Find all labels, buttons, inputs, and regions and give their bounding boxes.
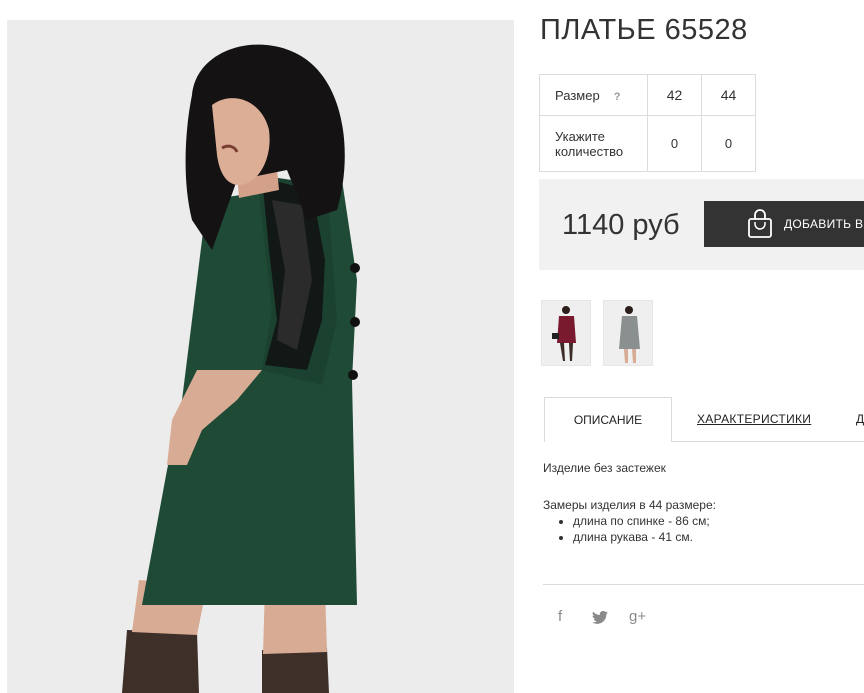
price-panel: 1140 руб ДОБАВИТЬ В	[539, 179, 864, 270]
quantity-input-42[interactable]: 0	[647, 115, 702, 172]
add-to-cart-button[interactable]: ДОБАВИТЬ В	[704, 201, 864, 247]
quantity-label-cell: Укажите количество	[539, 115, 648, 172]
size-quantity-table: Размер? 42 44 Укажите количество 0 0	[539, 74, 756, 172]
thumbnail-grey[interactable]	[603, 300, 653, 366]
description-panel: Изделие без застежек Замеры изделия в 44…	[543, 460, 716, 545]
tab-characteristics[interactable]: ХАРАКТЕРИСТИКИ	[697, 397, 811, 441]
facebook-icon[interactable]: f	[558, 608, 562, 625]
twitter-icon[interactable]	[592, 610, 608, 628]
size-option-44: 44	[701, 74, 756, 116]
tabs-divider	[672, 441, 864, 442]
product-main-photo[interactable]	[7, 20, 514, 693]
quantity-input-44[interactable]: 0	[701, 115, 756, 172]
quantity-label-line2: количество	[555, 143, 624, 159]
list-item: длина рукава - 41 см.	[573, 529, 716, 545]
thumbnail-burgundy[interactable]	[541, 300, 591, 366]
tab-description[interactable]: ОПИСАНИЕ	[544, 397, 672, 442]
size-label: Размер	[555, 87, 600, 103]
product-price: 1140 руб	[562, 209, 680, 241]
description-text: Изделие без застежек	[543, 461, 666, 475]
measurements-list: длина по спинке - 86 см; длина рукава - …	[543, 513, 716, 545]
size-option-42: 42	[647, 74, 702, 116]
tab-delivery[interactable]: Д	[856, 397, 864, 441]
add-to-cart-label: ДОБАВИТЬ В	[784, 217, 864, 231]
divider	[543, 584, 864, 585]
list-item: длина по спинке - 86 см;	[573, 513, 716, 529]
quantity-label-line1: Укажите	[555, 128, 605, 144]
help-icon[interactable]: ?	[614, 91, 621, 103]
shopping-bag-icon	[747, 209, 773, 239]
measurements-title: Замеры изделия в 44 размере:	[543, 498, 716, 512]
size-label-cell: Размер?	[539, 74, 648, 116]
google-plus-icon[interactable]: g+	[629, 608, 646, 625]
product-title: ПЛАТЬЕ 65528	[540, 14, 748, 46]
